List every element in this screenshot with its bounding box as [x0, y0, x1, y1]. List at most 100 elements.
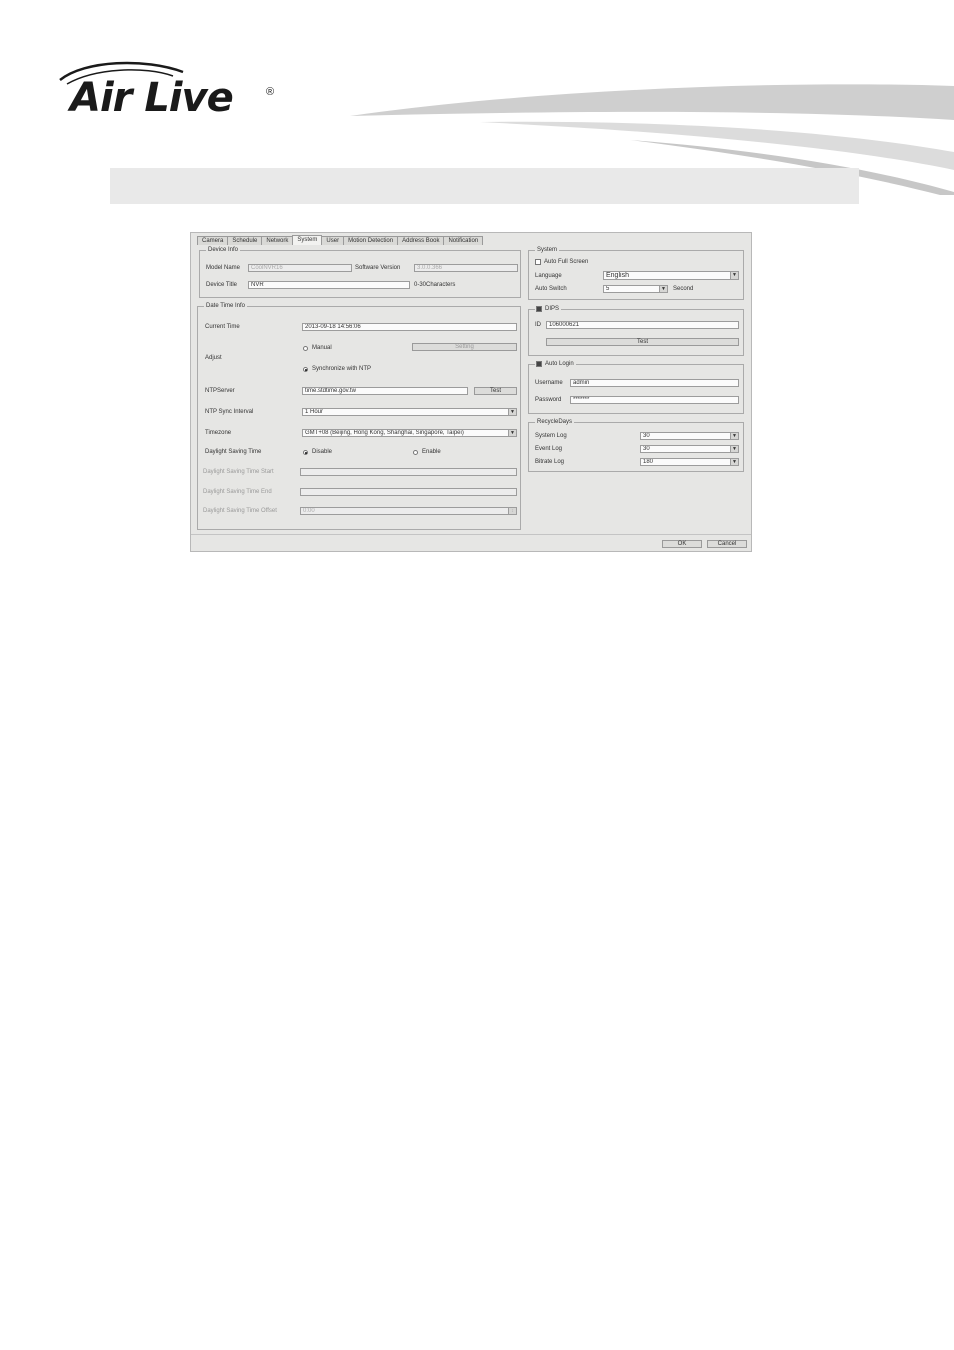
ntp-server-input[interactable]: time.stdtime.gov.tw	[302, 387, 468, 395]
auto-full-screen-checkbox[interactable]	[535, 259, 541, 265]
manual-radio[interactable]	[303, 346, 308, 351]
username-input[interactable]: admin	[570, 379, 739, 387]
auto-login-checkbox[interactable]	[536, 361, 542, 367]
system-settings-screenshot: Camera Schedule Network System User Moti…	[190, 232, 752, 552]
device-title-hint: 0-30Characters	[414, 282, 456, 288]
tab-system[interactable]: System	[292, 235, 323, 245]
recycle-days-group: RecycleDays System Log 30 ▼ Event Log 30…	[528, 418, 744, 472]
dips-id-label: ID	[535, 322, 541, 328]
dips-title: DIPS	[545, 306, 560, 312]
auto-switch-value: 5	[606, 286, 610, 292]
recycle-days-title: RecycleDays	[535, 418, 575, 426]
date-time-group: Date Time Info Current Time 2013-09-18 1…	[197, 302, 521, 530]
chevron-down-icon: ▼	[659, 286, 667, 292]
tab-camera[interactable]: Camera	[197, 236, 229, 245]
footer-divider	[191, 534, 751, 535]
dips-group: DIPS ID 106000621 Test	[528, 305, 744, 356]
header-band	[110, 168, 859, 204]
manual-label: Manual	[312, 345, 332, 351]
dst-enable-label: Enable	[422, 449, 441, 455]
settings-tabs: Camera Schedule Network System User Moti…	[197, 235, 484, 245]
current-time-input[interactable]: 2013-09-18 14:56:06	[302, 323, 517, 331]
setting-button[interactable]: Setting	[412, 343, 517, 351]
registered-mark: ®	[266, 86, 275, 98]
dst-start-label: Daylight Saving Time Start	[203, 469, 274, 475]
event-log-label: Event Log	[535, 446, 563, 452]
system-log-select[interactable]: 30 ▼	[640, 432, 739, 440]
system-log-label: System Log	[535, 433, 567, 439]
chevron-down-icon: ▼	[730, 446, 738, 452]
password-input[interactable]: *******	[570, 396, 739, 404]
event-log-value: 30	[643, 446, 650, 452]
airlive-logo: Air Live	[70, 75, 234, 121]
chevron-down-icon: ▼	[730, 459, 738, 465]
chevron-down-icon: ▼	[508, 430, 516, 436]
sync-ntp-radio[interactable]	[303, 367, 308, 372]
timezone-value: GMT+08 (Beijing, Hong Kong, Shanghai, Si…	[305, 430, 464, 436]
dips-title-wrap: DIPS	[535, 305, 562, 313]
auto-login-title-wrap: Auto Login	[535, 360, 576, 368]
bitrate-log-label: Bitrate Log	[535, 459, 565, 465]
tab-address-book[interactable]: Address Book	[397, 236, 445, 245]
dst-end-label: Daylight Saving Time End	[203, 489, 272, 495]
event-log-select[interactable]: 30 ▼	[640, 445, 739, 453]
auto-switch-select[interactable]: 5 ▼	[603, 285, 668, 293]
dst-disable-label: Disable	[312, 449, 333, 455]
tab-network[interactable]: Network	[261, 236, 294, 245]
timezone-select[interactable]: GMT+08 (Beijing, Hong Kong, Shanghai, Si…	[302, 429, 517, 437]
tab-motion-detection[interactable]: Motion Detection	[343, 236, 399, 245]
dips-id-input[interactable]: 106000621	[546, 321, 739, 329]
system-title: System	[535, 246, 560, 254]
device-info-group: Device Info Model Name CoolNVR16 Softwar…	[199, 246, 521, 298]
ntp-interval-value: 1 Hour	[305, 409, 324, 415]
tab-user[interactable]: User	[321, 236, 345, 245]
ntp-interval-select[interactable]: 1 Hour ▼	[302, 408, 517, 416]
tab-notification[interactable]: Notification	[443, 236, 484, 245]
dst-label: Daylight Saving Time	[205, 449, 262, 455]
chevron-down-icon: ▼	[730, 433, 738, 439]
cancel-button[interactable]: Cancel	[707, 540, 747, 548]
dst-disable-radio[interactable]	[303, 450, 308, 455]
dips-test-button[interactable]: Test	[546, 338, 739, 346]
language-select[interactable]: English ▼	[603, 271, 739, 280]
tab-schedule[interactable]: Schedule	[227, 236, 263, 245]
ntp-server-label: NTPServer	[205, 388, 235, 394]
chevron-down-icon: ▼	[730, 272, 738, 279]
dst-start-field	[300, 468, 517, 476]
ntp-test-button[interactable]: Test	[474, 387, 517, 395]
system-group: System Auto Full Screen Language English…	[528, 246, 744, 300]
current-time-label: Current Time	[205, 324, 240, 330]
dst-offset-spinner: 0:00 ↕	[300, 507, 517, 515]
software-version-field: 3.0.0.366	[414, 264, 518, 272]
adjust-label: Adjust	[205, 355, 222, 361]
dips-checkbox[interactable]	[536, 306, 542, 312]
device-title-label: Device Title	[206, 282, 238, 288]
spinner-arrows-icon: ↕	[508, 508, 516, 514]
sync-ntp-label: Synchronize with NTP	[312, 366, 372, 372]
second-label: Second	[673, 286, 694, 292]
chevron-down-icon: ▼	[508, 409, 516, 415]
model-name-field: CoolNVR16	[248, 264, 352, 272]
language-value: English	[606, 272, 629, 279]
bitrate-log-select[interactable]: 180 ▼	[640, 458, 739, 466]
auto-full-screen-label: Auto Full Screen	[544, 259, 589, 265]
ntp-interval-label: NTP Sync Interval	[205, 409, 254, 415]
auto-login-title: Auto Login	[545, 361, 574, 367]
password-label: Password	[535, 397, 562, 403]
ok-button[interactable]: OK	[662, 540, 702, 548]
device-title-input[interactable]: NVR	[248, 281, 410, 289]
dst-offset-value: 0:00	[303, 508, 315, 514]
dst-enable-radio[interactable]	[413, 450, 418, 455]
device-info-title: Device Info	[206, 246, 241, 254]
auto-login-group: Auto Login Username admin Password *****…	[528, 360, 744, 414]
software-version-label: Software Version	[355, 265, 401, 271]
system-log-value: 30	[643, 433, 650, 439]
timezone-label: Timezone	[205, 430, 232, 436]
dst-end-field	[300, 488, 517, 496]
bitrate-log-value: 180	[643, 459, 654, 465]
date-time-title: Date Time Info	[204, 302, 248, 310]
auto-switch-label: Auto Switch	[535, 286, 567, 292]
model-name-label: Model Name	[206, 265, 241, 271]
language-label: Language	[535, 273, 562, 279]
dst-offset-label: Daylight Saving Time Offset	[203, 508, 277, 514]
